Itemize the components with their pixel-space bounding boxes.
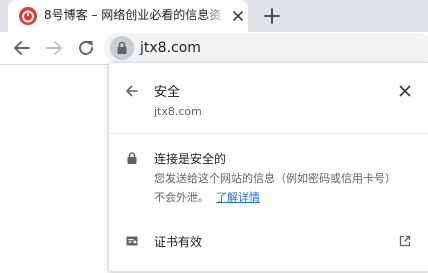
page-info-domain: jtx8.com: [154, 105, 202, 118]
site-favicon: [19, 7, 37, 25]
url-text[interactable]: jtx8.com: [140, 33, 201, 63]
site-info-button[interactable]: [110, 36, 134, 60]
address-bar[interactable]: jtx8.com: [104, 33, 428, 63]
connection-status-desc: 您发送给这个网站的信息（例如密码或信用卡号）不会外泄。 了解详情: [154, 169, 394, 207]
arrow-left-icon[interactable]: [10, 36, 34, 60]
lock-icon: [127, 152, 137, 164]
plus-icon[interactable]: [260, 4, 284, 28]
connection-desc-text: 您发送给这个网站的信息（例如密码或信用卡号）不会外泄。: [154, 172, 391, 204]
learn-more-link[interactable]: 了解详情: [216, 191, 260, 204]
tab-title: 8号博客 – 网络创业必看的信息资: [44, 8, 222, 22]
close-icon[interactable]: [396, 82, 414, 100]
bubble-divider: [109, 133, 428, 134]
lock-icon: [117, 41, 127, 54]
external-link-icon[interactable]: [398, 234, 412, 248]
arrow-left-icon[interactable]: [123, 82, 141, 100]
close-icon[interactable]: [230, 8, 246, 24]
reload-icon[interactable]: [74, 36, 98, 60]
arrow-right-icon[interactable]: [42, 36, 66, 60]
active-tab[interactable]: 8号博客 – 网络创业必看的信息资: [8, 0, 248, 32]
page-info-title: 安全: [154, 85, 181, 100]
connection-status-title: 连接是安全的: [154, 152, 227, 166]
page-info-bubble: 安全 jtx8.com 连接是安全的 您发送给这个网站的信息（例如密码或信用卡号…: [108, 62, 428, 272]
certificate-icon: [126, 236, 138, 246]
toolbar: jtx8.com: [0, 32, 428, 64]
tab-title-fade: [204, 0, 228, 32]
tab-strip: 8号博客 – 网络创业必看的信息资: [0, 0, 428, 32]
certificate-valid-item[interactable]: 证书有效: [154, 233, 202, 250]
